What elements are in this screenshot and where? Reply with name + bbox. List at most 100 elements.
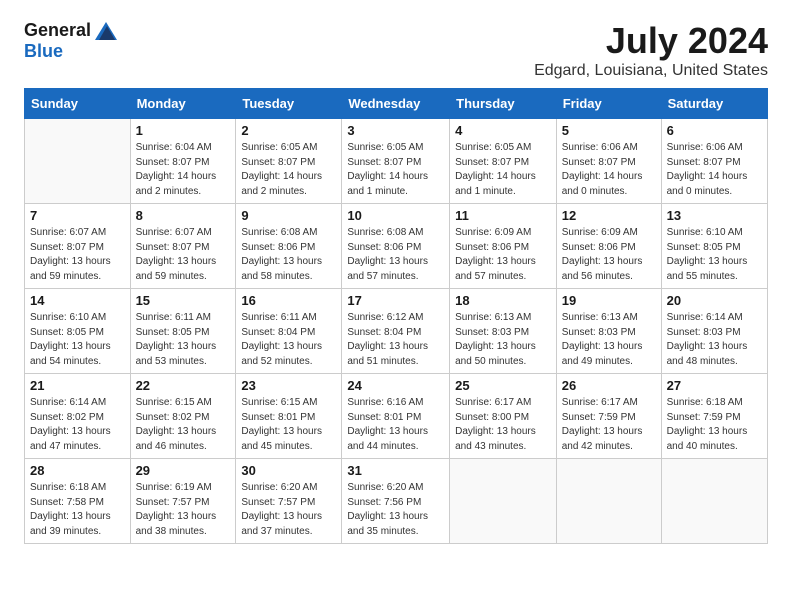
day-info: Sunrise: 6:17 AM Sunset: 7:59 PM Dayligh… [562,396,656,454]
calendar-week-3: 14 Sunrise: 6:10 AM Sunset: 8:05 PM Dayli… [25,289,768,374]
day-number: 24 [347,378,444,393]
day-info: Sunrise: 6:18 AM Sunset: 7:59 PM Dayligh… [667,396,762,454]
header-saturday: Saturday [661,89,767,119]
header-thursday: Thursday [450,89,557,119]
day-info: Sunrise: 6:15 AM Sunset: 8:01 PM Dayligh… [241,396,336,454]
day-info: Sunrise: 6:17 AM Sunset: 8:00 PM Dayligh… [455,396,551,454]
day-info: Sunrise: 6:13 AM Sunset: 8:03 PM Dayligh… [455,311,551,369]
day-info: Sunrise: 6:18 AM Sunset: 7:58 PM Dayligh… [30,481,125,539]
calendar-cell: 14 Sunrise: 6:10 AM Sunset: 8:05 PM Dayli… [25,289,131,374]
day-info: Sunrise: 6:15 AM Sunset: 8:02 PM Dayligh… [136,396,231,454]
day-number: 2 [241,123,336,138]
day-info: Sunrise: 6:07 AM Sunset: 8:07 PM Dayligh… [136,226,231,284]
calendar-cell: 7Sunrise: 6:07 AM Sunset: 8:07 PM Daylig… [25,204,131,289]
calendar-cell: 21 Sunrise: 6:14 AM Sunset: 8:02 PM Dayli… [25,374,131,459]
calendar-cell: 8 Sunrise: 6:07 AM Sunset: 8:07 PM Daylig… [130,204,236,289]
calendar-cell: 4Sunrise: 6:05 AM Sunset: 8:07 PM Daylig… [450,119,557,204]
day-number: 30 [241,463,336,478]
day-number: 16 [241,293,336,308]
calendar-cell [25,119,131,204]
calendar-cell: 24 Sunrise: 6:16 AM Sunset: 8:01 PM Dayli… [342,374,450,459]
location-title: Edgard, Louisiana, United States [534,62,768,80]
day-number: 10 [347,208,444,223]
calendar-cell: 6Sunrise: 6:06 AM Sunset: 8:07 PM Daylig… [661,119,767,204]
title-area: July 2024 Edgard, Louisiana, United Stat… [534,20,768,80]
day-number: 15 [136,293,231,308]
calendar-cell: 26 Sunrise: 6:17 AM Sunset: 7:59 PM Dayli… [556,374,661,459]
calendar-cell: 18 Sunrise: 6:13 AM Sunset: 8:03 PM Dayli… [450,289,557,374]
day-info: Sunrise: 6:12 AM Sunset: 8:04 PM Dayligh… [347,311,444,369]
header-friday: Friday [556,89,661,119]
header-monday: Monday [130,89,236,119]
day-number: 9 [241,208,336,223]
calendar-cell: 29Sunrise: 6:19 AM Sunset: 7:57 PM Dayli… [130,459,236,544]
day-number: 26 [562,378,656,393]
month-title: July 2024 [534,20,768,62]
calendar-cell: 22 Sunrise: 6:15 AM Sunset: 8:02 PM Dayli… [130,374,236,459]
calendar-cell: 1Sunrise: 6:04 AM Sunset: 8:07 PM Daylig… [130,119,236,204]
day-info: Sunrise: 6:06 AM Sunset: 8:07 PM Dayligh… [667,141,762,199]
day-number: 8 [136,208,231,223]
day-number: 13 [667,208,762,223]
calendar-cell: 13 Sunrise: 6:10 AM Sunset: 8:05 PM Dayli… [661,204,767,289]
day-number: 4 [455,123,551,138]
logo-icon [95,22,117,40]
day-number: 21 [30,378,125,393]
day-number: 22 [136,378,231,393]
calendar-cell: 17Sunrise: 6:12 AM Sunset: 8:04 PM Dayli… [342,289,450,374]
calendar-cell: 31 Sunrise: 6:20 AM Sunset: 7:56 PM Dayli… [342,459,450,544]
day-info: Sunrise: 6:06 AM Sunset: 8:07 PM Dayligh… [562,141,656,199]
calendar-cell: 23Sunrise: 6:15 AM Sunset: 8:01 PM Dayli… [236,374,342,459]
calendar-cell: 27Sunrise: 6:18 AM Sunset: 7:59 PM Dayli… [661,374,767,459]
calendar-cell: 30 Sunrise: 6:20 AM Sunset: 7:57 PM Dayli… [236,459,342,544]
day-number: 5 [562,123,656,138]
logo-blue: Blue [24,41,63,61]
day-number: 19 [562,293,656,308]
day-info: Sunrise: 6:13 AM Sunset: 8:03 PM Dayligh… [562,311,656,369]
header-tuesday: Tuesday [236,89,342,119]
day-info: Sunrise: 6:20 AM Sunset: 7:57 PM Dayligh… [241,481,336,539]
day-number: 3 [347,123,444,138]
calendar-week-4: 21 Sunrise: 6:14 AM Sunset: 8:02 PM Dayli… [25,374,768,459]
calendar-cell: 25 Sunrise: 6:17 AM Sunset: 8:00 PM Dayli… [450,374,557,459]
day-number: 14 [30,293,125,308]
calendar-table: Sunday Monday Tuesday Wednesday Thursday… [24,88,768,544]
header-sunday: Sunday [25,89,131,119]
calendar-cell: 10 Sunrise: 6:08 AM Sunset: 8:06 PM Dayli… [342,204,450,289]
calendar-cell: 16Sunrise: 6:11 AM Sunset: 8:04 PM Dayli… [236,289,342,374]
day-number: 11 [455,208,551,223]
day-number: 18 [455,293,551,308]
day-info: Sunrise: 6:09 AM Sunset: 8:06 PM Dayligh… [562,226,656,284]
calendar-cell [556,459,661,544]
calendar-cell: 9 Sunrise: 6:08 AM Sunset: 8:06 PM Daylig… [236,204,342,289]
header-row: Sunday Monday Tuesday Wednesday Thursday… [25,89,768,119]
day-info: Sunrise: 6:05 AM Sunset: 8:07 PM Dayligh… [347,141,444,199]
day-info: Sunrise: 6:10 AM Sunset: 8:05 PM Dayligh… [30,311,125,369]
day-info: Sunrise: 6:10 AM Sunset: 8:05 PM Dayligh… [667,226,762,284]
calendar-cell [450,459,557,544]
calendar-cell: 11Sunrise: 6:09 AM Sunset: 8:06 PM Dayli… [450,204,557,289]
day-info: Sunrise: 6:20 AM Sunset: 7:56 PM Dayligh… [347,481,444,539]
calendar-cell: 15Sunrise: 6:11 AM Sunset: 8:05 PM Dayli… [130,289,236,374]
day-number: 20 [667,293,762,308]
day-info: Sunrise: 6:19 AM Sunset: 7:57 PM Dayligh… [136,481,231,539]
calendar-cell [661,459,767,544]
day-number: 31 [347,463,444,478]
day-number: 7 [30,208,125,223]
day-number: 25 [455,378,551,393]
day-info: Sunrise: 6:16 AM Sunset: 8:01 PM Dayligh… [347,396,444,454]
day-info: Sunrise: 6:08 AM Sunset: 8:06 PM Dayligh… [241,226,336,284]
logo: General Blue [24,20,117,62]
day-number: 28 [30,463,125,478]
calendar-week-2: 7 Sunrise: 6:07 AM Sunset: 8:07 PM Daylig… [25,204,768,289]
day-info: Sunrise: 6:08 AM Sunset: 8:06 PM Dayligh… [347,226,444,284]
calendar-cell: 19 Sunrise: 6:13 AM Sunset: 8:03 PM Dayli… [556,289,661,374]
calendar-week-1: 1Sunrise: 6:04 AM Sunset: 8:07 PM Daylig… [25,119,768,204]
calendar-cell: 20 Sunrise: 6:14 AM Sunset: 8:03 PM Dayli… [661,289,767,374]
calendar-cell: 5 Sunrise: 6:06 AM Sunset: 8:07 PM Daylig… [556,119,661,204]
day-info: Sunrise: 6:14 AM Sunset: 8:03 PM Dayligh… [667,311,762,369]
day-info: Sunrise: 6:14 AM Sunset: 8:02 PM Dayligh… [30,396,125,454]
logo-general: General [24,20,91,41]
calendar-cell: 2Sunrise: 6:05 AM Sunset: 8:07 PM Daylig… [236,119,342,204]
header: General Blue July 2024 Edgard, Louisiana… [24,20,768,80]
